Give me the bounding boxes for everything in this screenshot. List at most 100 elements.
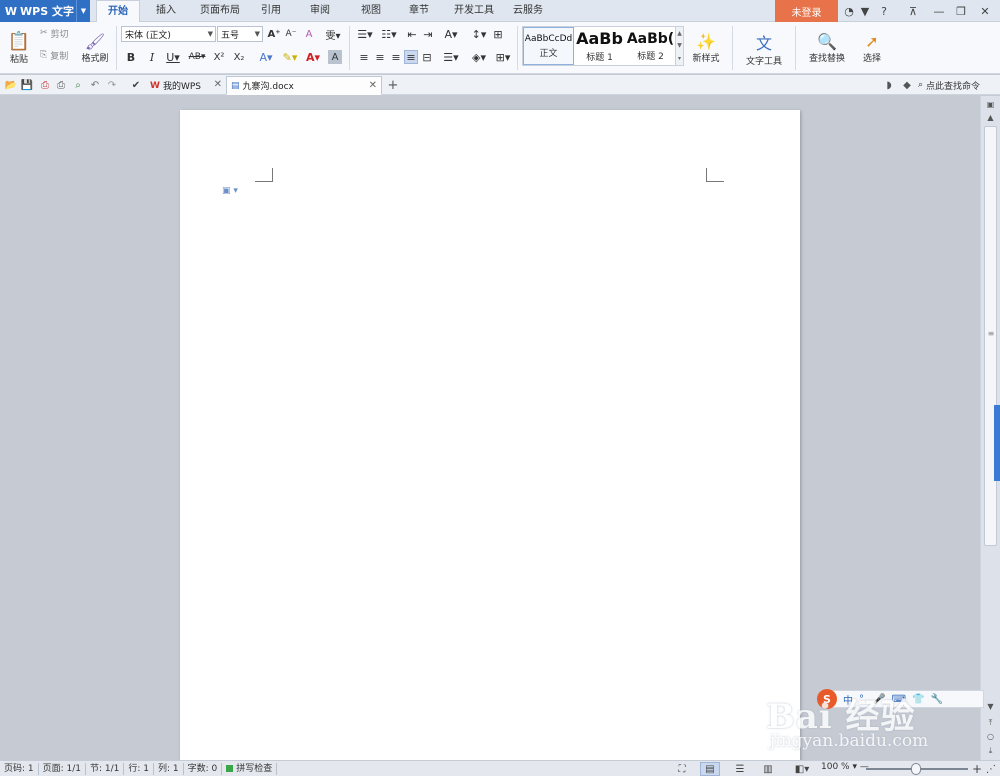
close-icon[interactable]: ✕ <box>976 0 994 22</box>
align-left-icon[interactable]: ≡ <box>357 50 371 64</box>
undo-icon[interactable]: ↶ <box>88 78 102 92</box>
clear-format-icon[interactable]: A <box>302 27 316 41</box>
highlight-icon[interactable]: ✎▾ <box>280 50 300 64</box>
shirt-icon[interactable]: ▼ <box>857 0 873 22</box>
tab-page-layout[interactable]: 页面布局 <box>192 0 248 22</box>
next-page-icon[interactable]: ⤓ <box>984 744 997 757</box>
select-browse-object-icon[interactable]: ○ <box>984 730 997 743</box>
export-pdf-icon[interactable]: ⎙ <box>38 78 52 92</box>
style-heading-2[interactable]: AaBb( 标题 2 <box>625 27 676 65</box>
customize-qat-icon[interactable]: ✔ <box>129 78 143 92</box>
new-style-button[interactable]: ✨ 新样式 <box>688 26 724 70</box>
styles-scroll[interactable]: ▲ ▼ ▾ <box>675 26 684 66</box>
print-preview-icon[interactable]: ⌕ <box>71 78 85 92</box>
doc-tab-jiuzhaigou[interactable]: ▤ 九寨沟.docx ✕ <box>226 76 382 95</box>
status-section[interactable]: 节: 1/1 <box>86 762 125 775</box>
help-icon[interactable]: ? <box>876 0 892 22</box>
italic-icon[interactable]: I <box>145 50 159 64</box>
maximize-icon[interactable]: ❐ <box>952 0 970 22</box>
underline-icon[interactable]: U▾ <box>163 50 183 64</box>
tab-view[interactable]: 视图 <box>346 0 396 22</box>
reading-mode-icon[interactable]: ◧▾ <box>790 762 814 776</box>
split-view-icon[interactable]: ▣ <box>984 98 997 111</box>
grow-font-icon[interactable]: A⁺ <box>267 27 281 41</box>
shading-fill-icon[interactable]: ◈▾ <box>468 50 490 64</box>
font-name-select[interactable]: 宋体 (正文) ▼ <box>121 26 216 42</box>
numbered-list-icon[interactable]: ☷▾ <box>378 27 400 41</box>
share-icon[interactable]: ◆ <box>900 78 914 92</box>
cut-button[interactable]: ✂ 剪切 <box>40 26 69 40</box>
side-panel-toggle[interactable] <box>994 405 1000 481</box>
chevron-down-icon[interactable]: ▼ <box>76 0 90 22</box>
copy-button[interactable]: ⎘ 复制 <box>40 48 68 62</box>
page-view-icon[interactable]: ▤ <box>700 762 720 776</box>
open-folder-icon[interactable]: 📂 <box>4 78 18 92</box>
status-pages[interactable]: 页面: 1/1 <box>39 762 87 775</box>
close-icon[interactable]: ✕ <box>214 79 222 90</box>
scroll-thumb[interactable]: ≡ <box>984 126 997 546</box>
align-center-icon[interactable]: ≡ <box>373 50 387 64</box>
decrease-indent-icon[interactable]: ⇤ <box>405 27 419 41</box>
document-page[interactable]: ▣ ▾ <box>180 110 800 770</box>
font-color-icon[interactable]: A▾ <box>303 50 323 64</box>
tab-references[interactable]: 引用 <box>248 0 294 22</box>
style-normal[interactable]: AaBbCcDd 正文 <box>523 27 574 65</box>
save-icon[interactable]: 💾 <box>20 78 34 92</box>
justify-icon[interactable]: ≡ <box>404 50 418 64</box>
zoom-slider-handle[interactable] <box>911 763 921 775</box>
align-right-icon[interactable]: ≡ <box>389 50 403 64</box>
select-button[interactable]: ➚ 选择 <box>855 26 889 70</box>
doc-tab-my-wps[interactable]: W 我的WPS ✕ <box>146 76 226 95</box>
text-effect-icon[interactable]: A▾ <box>256 50 276 64</box>
line-spacing-icon[interactable]: ☰▾ <box>440 50 462 64</box>
print-icon[interactable]: ⎙ <box>54 78 68 92</box>
borders-icon[interactable]: ⊞▾ <box>493 50 513 64</box>
format-painter-button[interactable]: 🖌 格式刷 <box>78 26 112 70</box>
paste-button[interactable]: 📋 粘贴 <box>4 26 34 70</box>
app-menu-button[interactable]: W WPS 文字 ▼ <box>0 0 90 22</box>
full-screen-icon[interactable]: ⛶ <box>672 762 692 776</box>
resize-grip-icon[interactable]: ⋰ <box>984 762 998 776</box>
bold-icon[interactable]: B <box>124 50 138 64</box>
previous-page-icon[interactable]: ⤒ <box>984 716 997 729</box>
font-size-select[interactable]: 五号 ▼ <box>217 26 263 42</box>
outline-view-icon[interactable]: ☰ <box>730 762 750 776</box>
new-tab-icon[interactable]: + <box>386 78 400 93</box>
login-button[interactable]: 未登录 <box>775 0 838 22</box>
redo-icon[interactable]: ↷ <box>105 78 119 92</box>
text-direction-icon[interactable]: A▾ <box>440 27 462 41</box>
distribute-icon[interactable]: ⊟ <box>420 50 434 64</box>
chevron-down-icon[interactable]: ▼ <box>677 42 682 49</box>
scroll-up-icon[interactable]: ▲ <box>984 111 997 124</box>
bullet-list-icon[interactable]: ☰▾ <box>354 27 376 41</box>
find-replace-button[interactable]: 🔍 查找替换 <box>801 26 853 70</box>
restore-window-icon[interactable]: ⊼ <box>904 0 922 22</box>
doc-assistant-icon[interactable]: ◗ <box>882 78 896 92</box>
skin-icon[interactable]: ◔ <box>842 0 856 22</box>
paragraph-options-icon[interactable]: ▣ ▾ <box>222 186 238 196</box>
tab-insert[interactable]: 插入 <box>140 0 192 22</box>
shrink-font-icon[interactable]: A⁻ <box>284 27 298 41</box>
spell-check-toggle[interactable]: 拼写检查 <box>222 762 278 775</box>
scroll-down-icon[interactable]: ▼ <box>984 700 997 713</box>
sort-icon[interactable]: ↕▾ <box>469 27 489 41</box>
expand-icon[interactable]: ▾ <box>678 55 681 62</box>
tab-developer[interactable]: 开发工具 <box>442 0 506 22</box>
tab-cloud-services[interactable]: 云服务 <box>506 0 550 22</box>
status-word-count[interactable]: 字数: 0 <box>184 762 223 775</box>
status-page-number[interactable]: 页码: 1 <box>0 762 39 775</box>
web-view-icon[interactable]: ▥ <box>758 762 778 776</box>
minimize-icon[interactable]: — <box>930 0 948 22</box>
tab-review[interactable]: 审阅 <box>294 0 346 22</box>
tab-home[interactable]: 开始 <box>96 0 140 23</box>
zoom-in-icon[interactable]: + <box>970 762 984 776</box>
subscript-icon[interactable]: X₂ <box>232 50 246 64</box>
phonetic-guide-icon[interactable]: 雯▾ <box>322 27 344 42</box>
superscript-icon[interactable]: X² <box>212 50 226 64</box>
style-heading-1[interactable]: AaBb 标题 1 <box>574 27 625 65</box>
strikethrough-icon[interactable]: AB▾ <box>186 50 208 64</box>
char-shading-icon[interactable]: A <box>328 50 342 64</box>
zoom-level[interactable]: 100 % ▾ — <box>821 762 869 772</box>
chevron-up-icon[interactable]: ▲ <box>677 30 682 37</box>
find-command-box[interactable]: ⌕ 点此查找命令 <box>918 78 980 92</box>
